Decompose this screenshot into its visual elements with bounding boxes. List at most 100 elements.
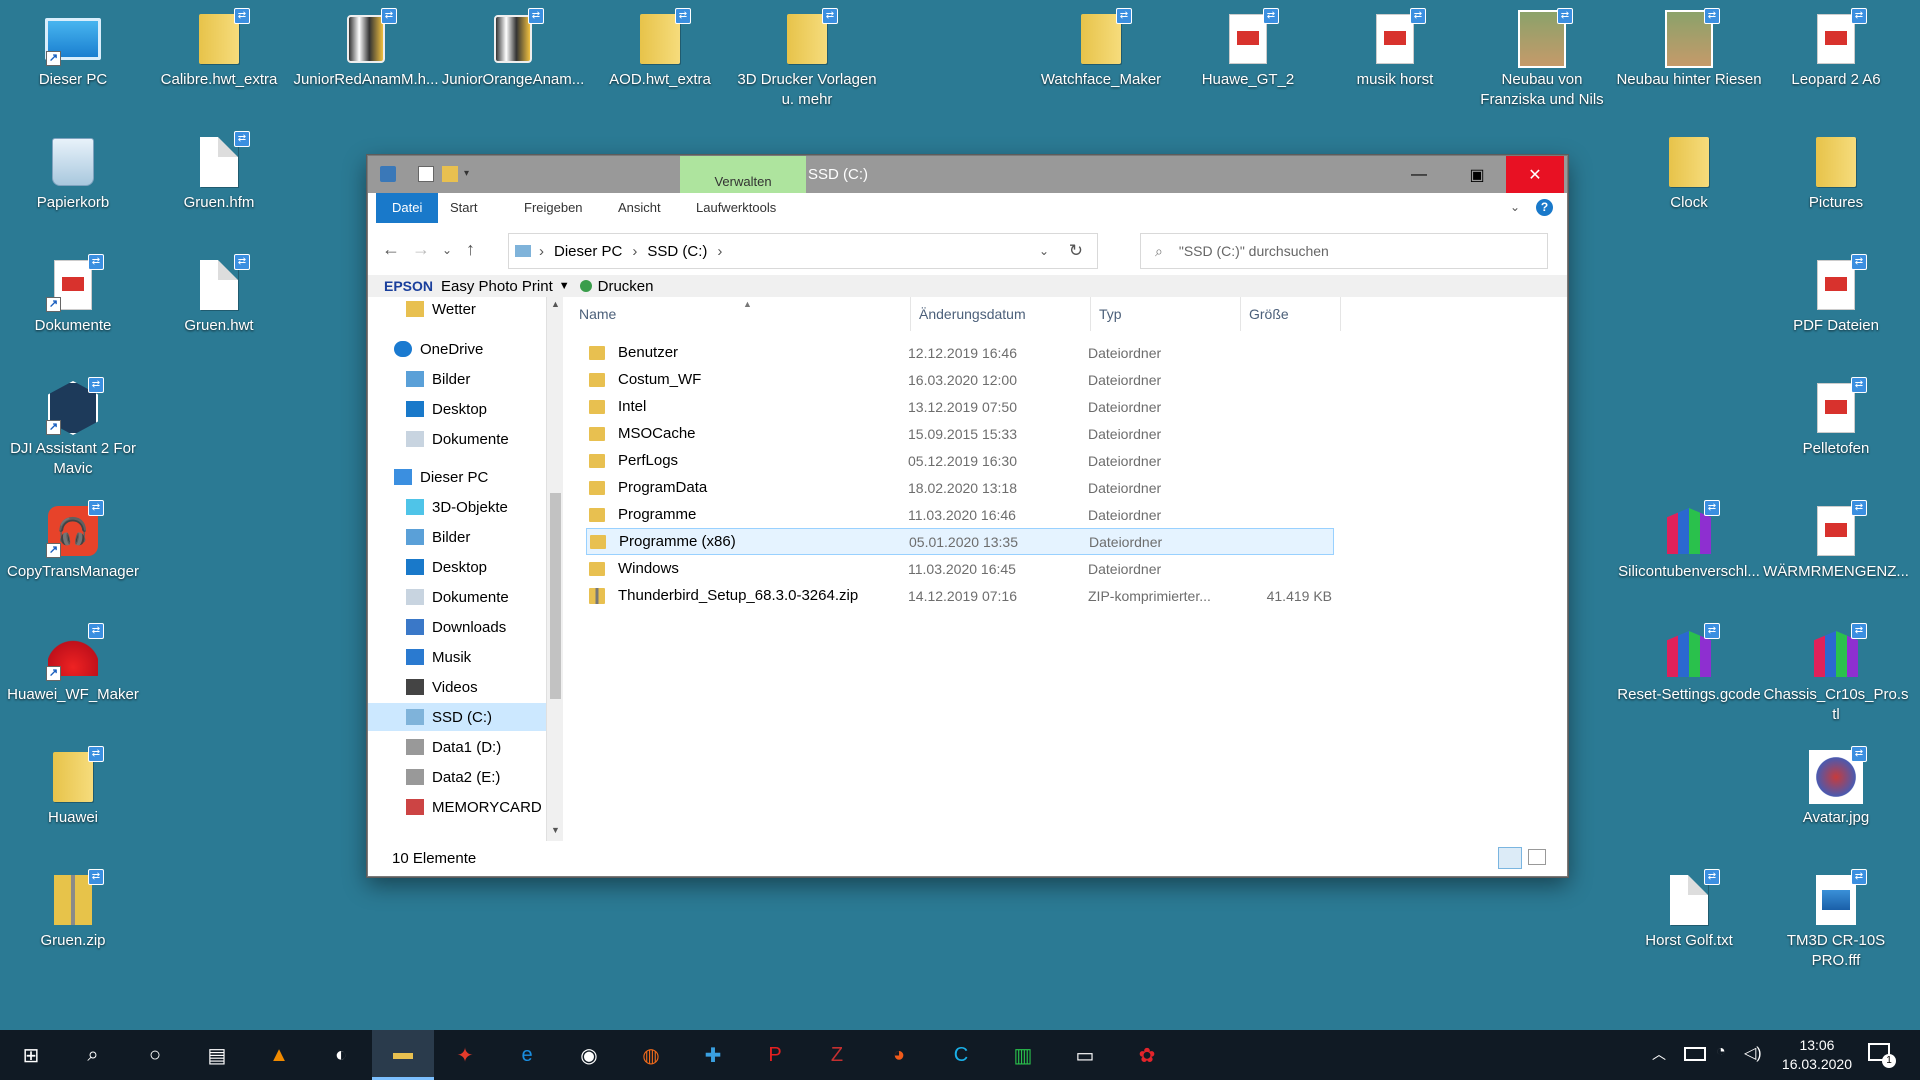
show-hidden-icons[interactable]: ︿ xyxy=(1652,1044,1666,1064)
breadcrumb-ssd[interactable]: SSD (C:) xyxy=(647,243,707,260)
chevron-down-icon[interactable]: ▼ xyxy=(559,280,570,292)
tab-ansicht[interactable]: Ansicht xyxy=(606,193,673,223)
nav-item-wetter[interactable]: Wetter xyxy=(368,297,546,323)
scrollbar-thumb[interactable] xyxy=(550,493,561,699)
nav-item-videos[interactable]: Videos xyxy=(368,673,546,701)
column-date[interactable]: Änderungsdatum xyxy=(911,297,1091,331)
desktop-icon-item[interactable]: ⇄ Watchface_Maker xyxy=(1028,8,1174,90)
desktop-icon-item[interactable]: ⇄ Gruen.hfm xyxy=(146,131,292,213)
desktop-icon-item[interactable]: ⇄ Pelletofen xyxy=(1763,377,1909,459)
file-row[interactable]: Programme 11.03.2020 16:46 Dateiordner xyxy=(586,501,1334,528)
desktop-icon-item[interactable]: ⇄ ↗ Dokumente xyxy=(0,254,146,336)
start-icon[interactable]: ⊞ xyxy=(0,1030,62,1080)
new-folder-icon[interactable] xyxy=(442,166,458,182)
desktop-icon-item[interactable]: ⇄ Neubau hinter Riesen xyxy=(1616,8,1762,90)
desktop-icon-item[interactable]: ⇄ 3D Drucker Vorlagen u. mehr xyxy=(734,8,880,110)
cortana-icon[interactable]: ○ xyxy=(124,1030,186,1080)
nav-item-onedrive[interactable]: OneDrive xyxy=(368,335,546,363)
back-button[interactable]: ← xyxy=(382,239,400,260)
search-box[interactable]: ⌕ "SSD (C:)" durchsuchen xyxy=(1140,233,1548,269)
desktop-icon-item[interactable]: ⇄ Horst Golf.txt xyxy=(1616,869,1762,951)
file-row[interactable]: ProgramData 18.02.2020 13:18 Dateiordner xyxy=(586,474,1334,501)
desktop-icon-item[interactable]: ⇄ Chassis_Cr10s_Pro.stl xyxy=(1763,623,1909,725)
up-button[interactable]: ↑ xyxy=(466,239,475,260)
column-name[interactable]: Name xyxy=(571,297,911,331)
file-row[interactable]: MSOCache 15.09.2015 15:33 Dateiordner xyxy=(586,420,1334,447)
app-p-icon[interactable]: P xyxy=(744,1030,806,1080)
explorer-window[interactable]: ▾ Verwalten SSD (C:) — ▣ ✕ Datei Start F… xyxy=(367,155,1568,877)
app-bars-icon[interactable]: ▥ xyxy=(992,1030,1054,1080)
desktop-icon-item[interactable]: 🎧 ⇄ ↗ CopyTransManager xyxy=(0,500,146,582)
tab-freigeben[interactable]: Freigeben xyxy=(512,193,595,223)
nav-scrollbar[interactable]: ▲ ▼ xyxy=(546,297,563,841)
app-bird-icon[interactable]: ◐ xyxy=(310,1030,372,1080)
nav-item-ssd-c[interactable]: SSD (C:) xyxy=(368,703,546,731)
app-orange-icon[interactable]: ◕ xyxy=(868,1030,930,1080)
tab-start[interactable]: Start xyxy=(438,193,489,223)
desktop-icon-item[interactable]: ⇄ Reset-Settings.gcode xyxy=(1616,623,1762,705)
address-bar[interactable]: › Dieser PC › SSD (C:) › ⌄ ↻ xyxy=(508,233,1098,269)
scroll-up-icon[interactable]: ▲ xyxy=(551,299,560,309)
nav-item-downloads[interactable]: Downloads xyxy=(368,613,546,641)
desktop-icon-item[interactable]: ⇄ JuniorRedAnamM.h... xyxy=(293,8,439,90)
nav-item-dokumente[interactable]: Dokumente xyxy=(368,583,546,611)
nav-item-desktop[interactable]: Desktop xyxy=(368,395,546,423)
chevron-down-icon[interactable]: ▾ xyxy=(464,168,480,184)
nav-item-dokumente[interactable]: Dokumente xyxy=(368,425,546,453)
app-ribbon-icon[interactable]: ✚ xyxy=(682,1030,744,1080)
properties-icon[interactable] xyxy=(418,166,434,182)
nav-item-3d-objekte[interactable]: 3D-Objekte xyxy=(368,493,546,521)
filezilla-icon[interactable]: Z xyxy=(806,1030,868,1080)
desktop-icon-item[interactable]: ⇄ Gruen.hwt xyxy=(146,254,292,336)
desktop-icon-item[interactable]: Clock xyxy=(1616,133,1762,213)
tab-datei[interactable]: Datei xyxy=(376,193,439,223)
desktop-icon-item[interactable]: ⇄ PDF Dateien xyxy=(1763,254,1909,336)
refresh-icon[interactable]: ↻ xyxy=(1069,241,1083,261)
nav-item-data2-e[interactable]: Data2 (E:) xyxy=(368,763,546,791)
tab-verwalten-context[interactable]: Verwalten xyxy=(680,156,806,193)
desktop-icon-item[interactable]: ⇄ ↗ DJI Assistant 2 For Mavic xyxy=(0,377,146,479)
expand-ribbon-icon[interactable]: ⌄ xyxy=(1510,200,1520,214)
search-icon[interactable]: ⌕ xyxy=(62,1030,124,1080)
recent-locations-button[interactable]: ⌄ xyxy=(442,243,452,257)
file-row[interactable]: Programme (x86) 05.01.2020 13:35 Dateiordn… xyxy=(586,528,1334,555)
print-button[interactable]: Drucken xyxy=(598,278,654,295)
edge-icon[interactable]: e xyxy=(496,1030,558,1080)
desktop-icon-item[interactable]: ⇄ Avatar.jpg xyxy=(1763,746,1909,828)
vlc-icon[interactable]: ▲ xyxy=(248,1030,310,1080)
desktop-icon-item[interactable]: ↗ Dieser PC xyxy=(0,10,146,90)
nav-item-dieser-pc[interactable]: Dieser PC xyxy=(368,463,546,491)
nav-item-bilder[interactable]: Bilder xyxy=(368,523,546,551)
desktop-icon-item[interactable]: ⇄ musik horst xyxy=(1322,8,1468,90)
desktop-icon-item[interactable]: ⇄ AOD.hwt_extra xyxy=(587,8,733,90)
desktop-icon-item[interactable]: ⇄ Neubau von Franziska und Nils xyxy=(1469,8,1615,110)
file-row[interactable]: Benutzer 12.12.2019 16:46 Dateiordner xyxy=(586,339,1334,366)
app-globe-icon[interactable]: ◉ xyxy=(558,1030,620,1080)
battery-icon[interactable] xyxy=(1684,1047,1706,1061)
close-button[interactable]: ✕ xyxy=(1506,156,1564,193)
desktop-icon-item[interactable]: ⇄ Leopard 2 A6 xyxy=(1763,8,1909,90)
easy-photo-print-button[interactable]: Easy Photo Print xyxy=(441,278,553,295)
desktop-icon-item[interactable]: ⇄ WÄRMRMENGENZ... xyxy=(1763,500,1909,582)
breadcrumb-dieser-pc[interactable]: Dieser PC xyxy=(554,243,622,260)
title-bar[interactable]: ▾ Verwalten SSD (C:) — ▣ ✕ xyxy=(368,156,1567,193)
details-view-icon[interactable] xyxy=(1498,847,1522,869)
desktop-icon-item[interactable]: ⇄ TM3D CR-10S PRO.fff xyxy=(1763,869,1909,971)
nav-item-bilder[interactable]: Bilder xyxy=(368,365,546,393)
desktop-icon-item[interactable]: ⇄ Gruen.zip xyxy=(0,869,146,951)
nav-item-musik[interactable]: Musik xyxy=(368,643,546,671)
app-red-icon[interactable]: ✦ xyxy=(434,1030,496,1080)
forward-button[interactable]: → xyxy=(412,239,430,260)
column-type[interactable]: Typ xyxy=(1091,297,1241,331)
file-row[interactable]: Intel 13.12.2019 07:50 Dateiordner xyxy=(586,393,1334,420)
desktop-icon-item[interactable]: ⇄ Huawei xyxy=(0,746,146,828)
volume-icon[interactable]: ◁) xyxy=(1744,1043,1762,1063)
nav-item-data1-d[interactable]: Data1 (D:) xyxy=(368,733,546,761)
wifi-icon[interactable]: ◔ xyxy=(1716,1043,1726,1061)
file-row[interactable]: Thunderbird_Setup_68.3.0-3264.zip 14.12.2… xyxy=(586,582,1334,609)
desktop-icon-item[interactable]: ⇄ Huawe_GT_2 xyxy=(1175,8,1321,90)
column-size[interactable]: Größe xyxy=(1241,297,1341,331)
minimize-button[interactable]: — xyxy=(1390,156,1448,193)
desktop-icon-item[interactable]: ⇄ JuniorOrangeAnam... xyxy=(440,8,586,90)
app-device-icon[interactable]: ▭ xyxy=(1054,1030,1116,1080)
